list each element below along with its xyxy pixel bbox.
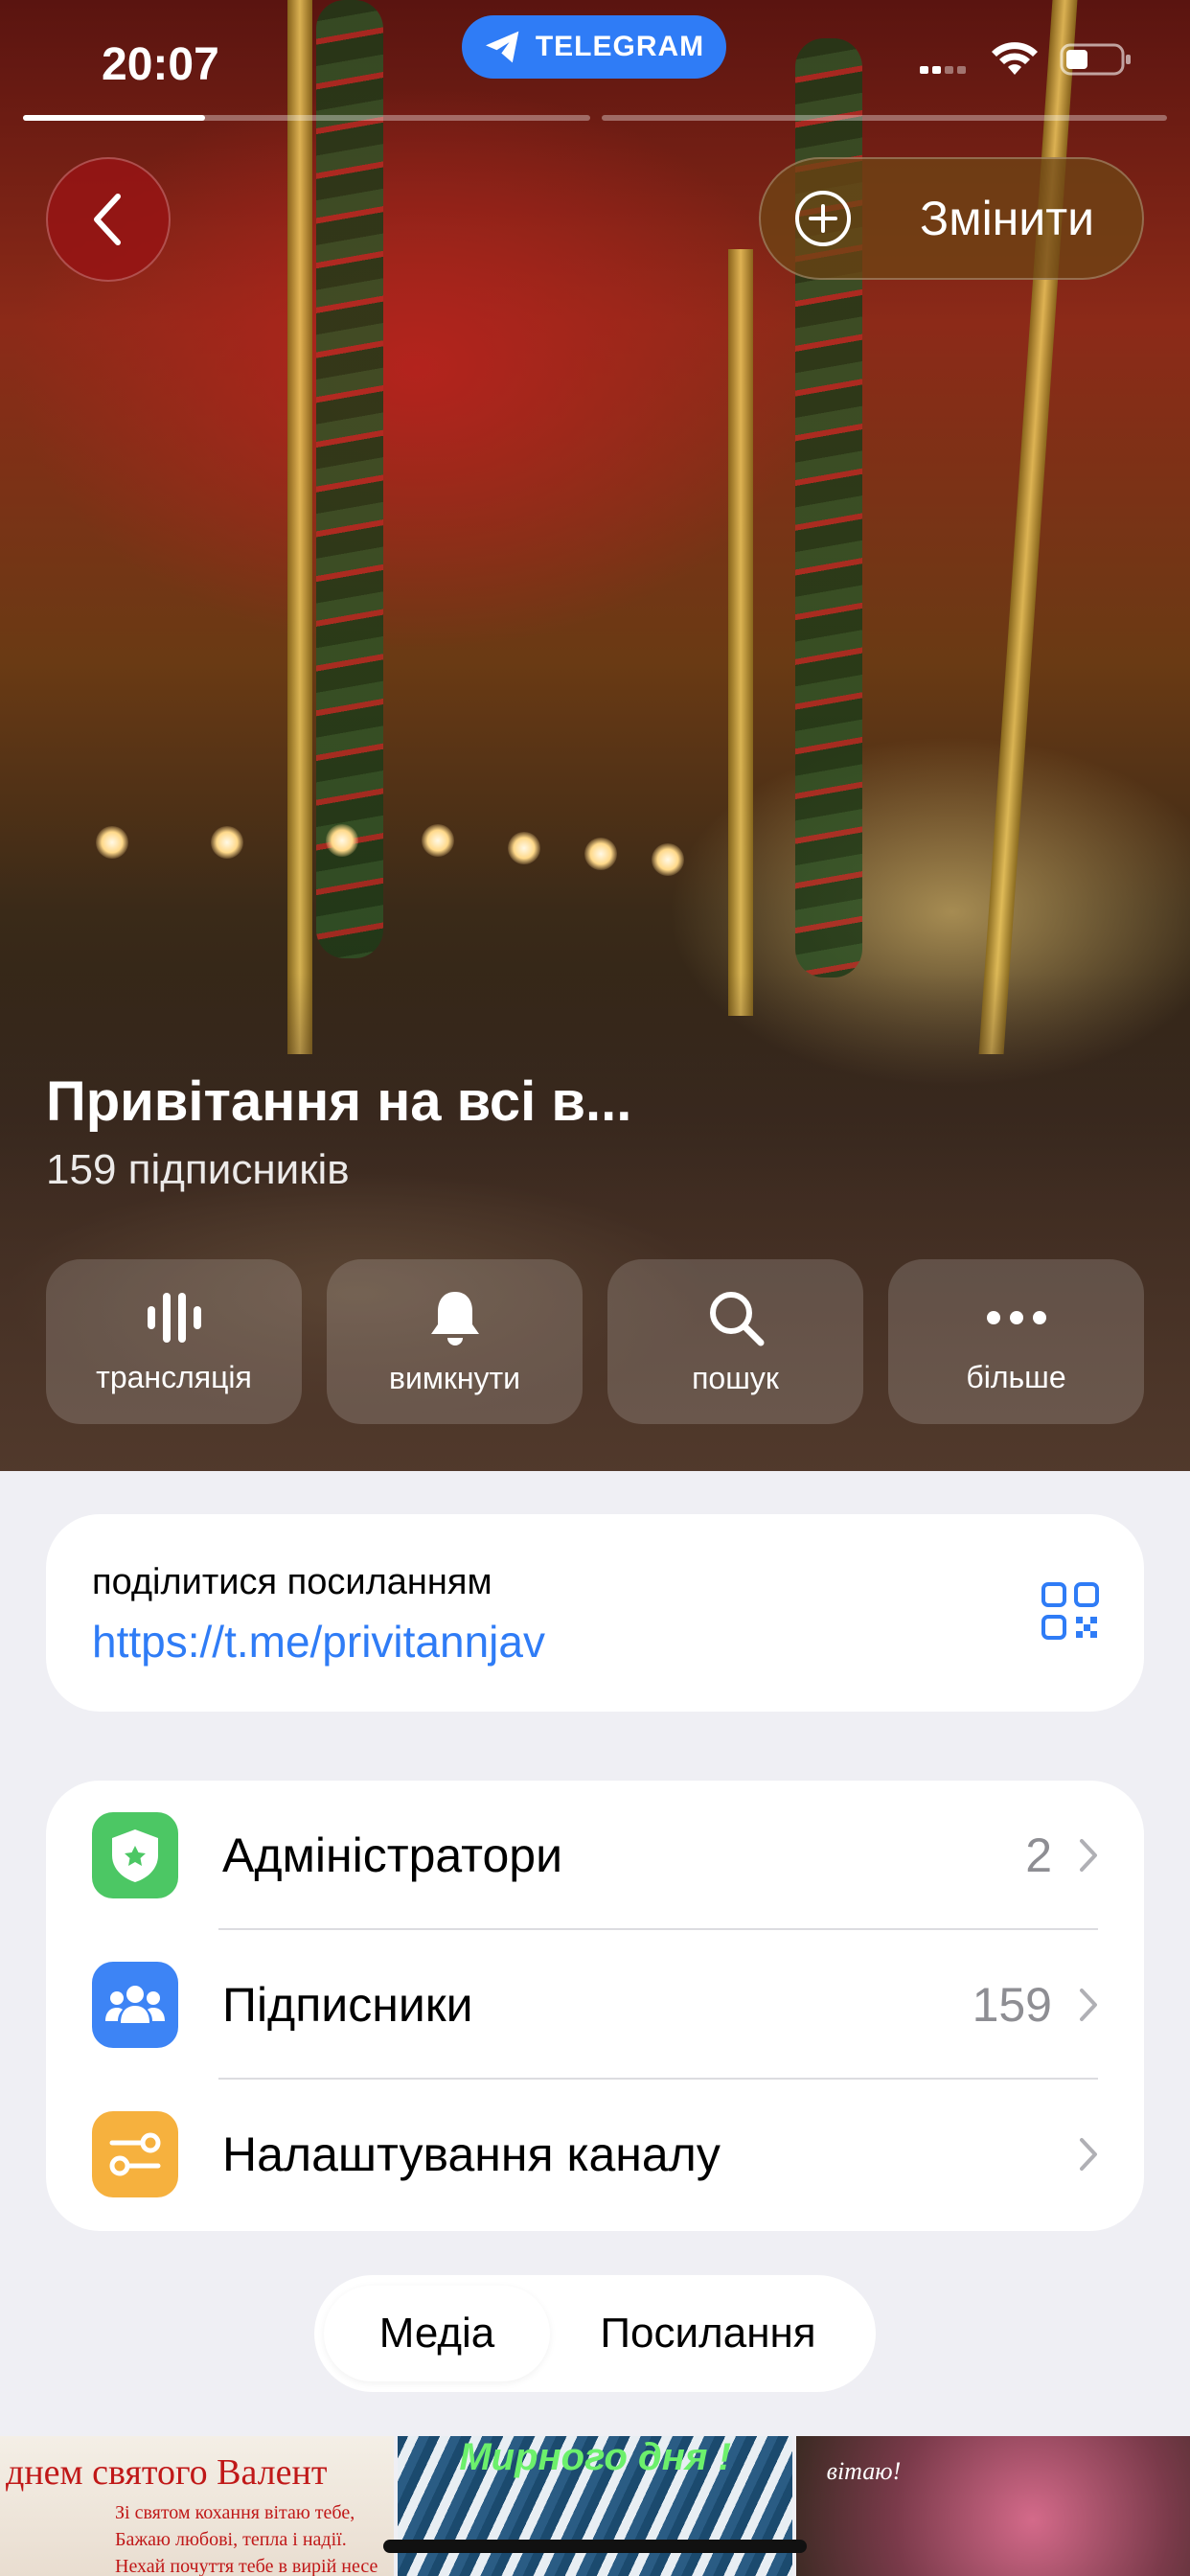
action-label: більше	[966, 1359, 1066, 1394]
live-stream-icon	[147, 1292, 201, 1343]
edit-button[interactable]: Змінити	[759, 157, 1144, 280]
subscribers-icon	[92, 1962, 178, 2048]
channel-title: Привітання на всі в...	[46, 1070, 632, 1133]
carousel-pole	[728, 249, 753, 1016]
share-link-card[interactable]: поділитися посиланням https://t.me/privi…	[46, 1514, 1144, 1712]
telegram-badge-label: TELEGRAM	[535, 31, 705, 62]
menu-item-administrators[interactable]: Адміністратори 2	[46, 1781, 1144, 1930]
thumbnail-text: Зі святом кохання вітаю тебе, Бажаю любо…	[115, 2499, 378, 2576]
menu-item-value: 2	[1025, 1828, 1052, 1882]
search-icon	[709, 1291, 764, 1346]
tab-links[interactable]: Посилання	[550, 2286, 866, 2381]
status-time: 20:07	[102, 39, 219, 90]
home-indicator	[383, 2540, 807, 2553]
thumbnail-title: вітаю!	[826, 2457, 902, 2485]
media-thumbnail[interactable]: вітаю!	[795, 2436, 1190, 2576]
battery-icon	[1060, 43, 1131, 76]
media-thumbnail[interactable]: днем святого Валент Зі святом кохання ві…	[0, 2436, 395, 2576]
qr-code-icon[interactable]	[1041, 1581, 1100, 1641]
channel-menu-card: Адміністратори 2 Підписники 159 Налаштув…	[46, 1781, 1144, 2231]
admin-shield-icon	[92, 1812, 178, 1898]
live-stream-button[interactable]: трансляція	[46, 1259, 302, 1424]
media-grid: днем святого Валент Зі святом кохання ві…	[0, 2436, 1190, 2576]
menu-item-value: 159	[972, 1978, 1052, 2032]
edit-button-label: Змінити	[920, 192, 1095, 245]
menu-item-label: Налаштування каналу	[222, 2128, 721, 2181]
story-progress-fill	[23, 115, 205, 121]
telegram-plane-icon	[485, 31, 519, 63]
carousel-pole	[287, 0, 312, 1054]
media-thumbnail[interactable]: Мирного дня !	[398, 2436, 792, 2576]
bell-icon	[430, 1291, 479, 1346]
thumbnail-line: Зі святом кохання вітаю тебе,	[115, 2502, 355, 2523]
menu-item-subscribers[interactable]: Підписники 159	[46, 1930, 1144, 2080]
tab-media[interactable]: Медіа	[324, 2286, 550, 2381]
channel-subscribers: 159 підписників	[46, 1146, 350, 1193]
wifi-icon	[992, 42, 1038, 75]
thumbnail-title: Мирного дня !	[459, 2436, 731, 2478]
more-icon	[986, 1310, 1046, 1324]
status-icons	[920, 42, 1133, 77]
chevron-right-icon	[1080, 2138, 1097, 2171]
search-button[interactable]: пошук	[607, 1259, 863, 1424]
chevron-right-icon	[1080, 1989, 1097, 2021]
share-link-caption: поділитися посиланням	[92, 1562, 492, 1602]
action-label: вимкнути	[388, 1360, 521, 1395]
carousel-lights	[0, 824, 786, 876]
content-tabs: Медіа Посилання	[314, 2275, 876, 2392]
chevron-right-icon	[1080, 1839, 1097, 1872]
thumbnail-title: днем святого Валент	[6, 2452, 328, 2493]
channel-actions: трансляція вимкнути пошук більше	[46, 1259, 1144, 1424]
back-button[interactable]	[46, 157, 171, 282]
chevron-left-icon	[94, 194, 121, 245]
story-progress-segment	[602, 115, 1167, 121]
thumbnail-line: Бажаю любові, тепла і надії.	[115, 2529, 347, 2550]
menu-item-label: Підписники	[222, 1978, 473, 2032]
menu-item-label: Адміністратори	[222, 1828, 563, 1882]
action-label: пошук	[692, 1360, 779, 1395]
garland	[316, 0, 383, 958]
mute-button[interactable]: вимкнути	[327, 1259, 583, 1424]
channel-settings-icon	[92, 2111, 178, 2197]
menu-item-channel-settings[interactable]: Налаштування каналу	[46, 2080, 1144, 2229]
cellular-signal-icon	[920, 66, 966, 74]
thumbnail-line: Нехай почуття тебе в вирій несе	[115, 2556, 378, 2576]
action-label: трансляція	[96, 1359, 252, 1394]
story-progress-segment	[23, 115, 590, 121]
telegram-badge[interactable]: TELEGRAM	[462, 15, 726, 79]
share-link-url[interactable]: https://t.me/privitannjav	[92, 1616, 545, 1668]
more-button[interactable]: більше	[888, 1259, 1144, 1424]
add-circle-icon	[795, 191, 851, 246]
